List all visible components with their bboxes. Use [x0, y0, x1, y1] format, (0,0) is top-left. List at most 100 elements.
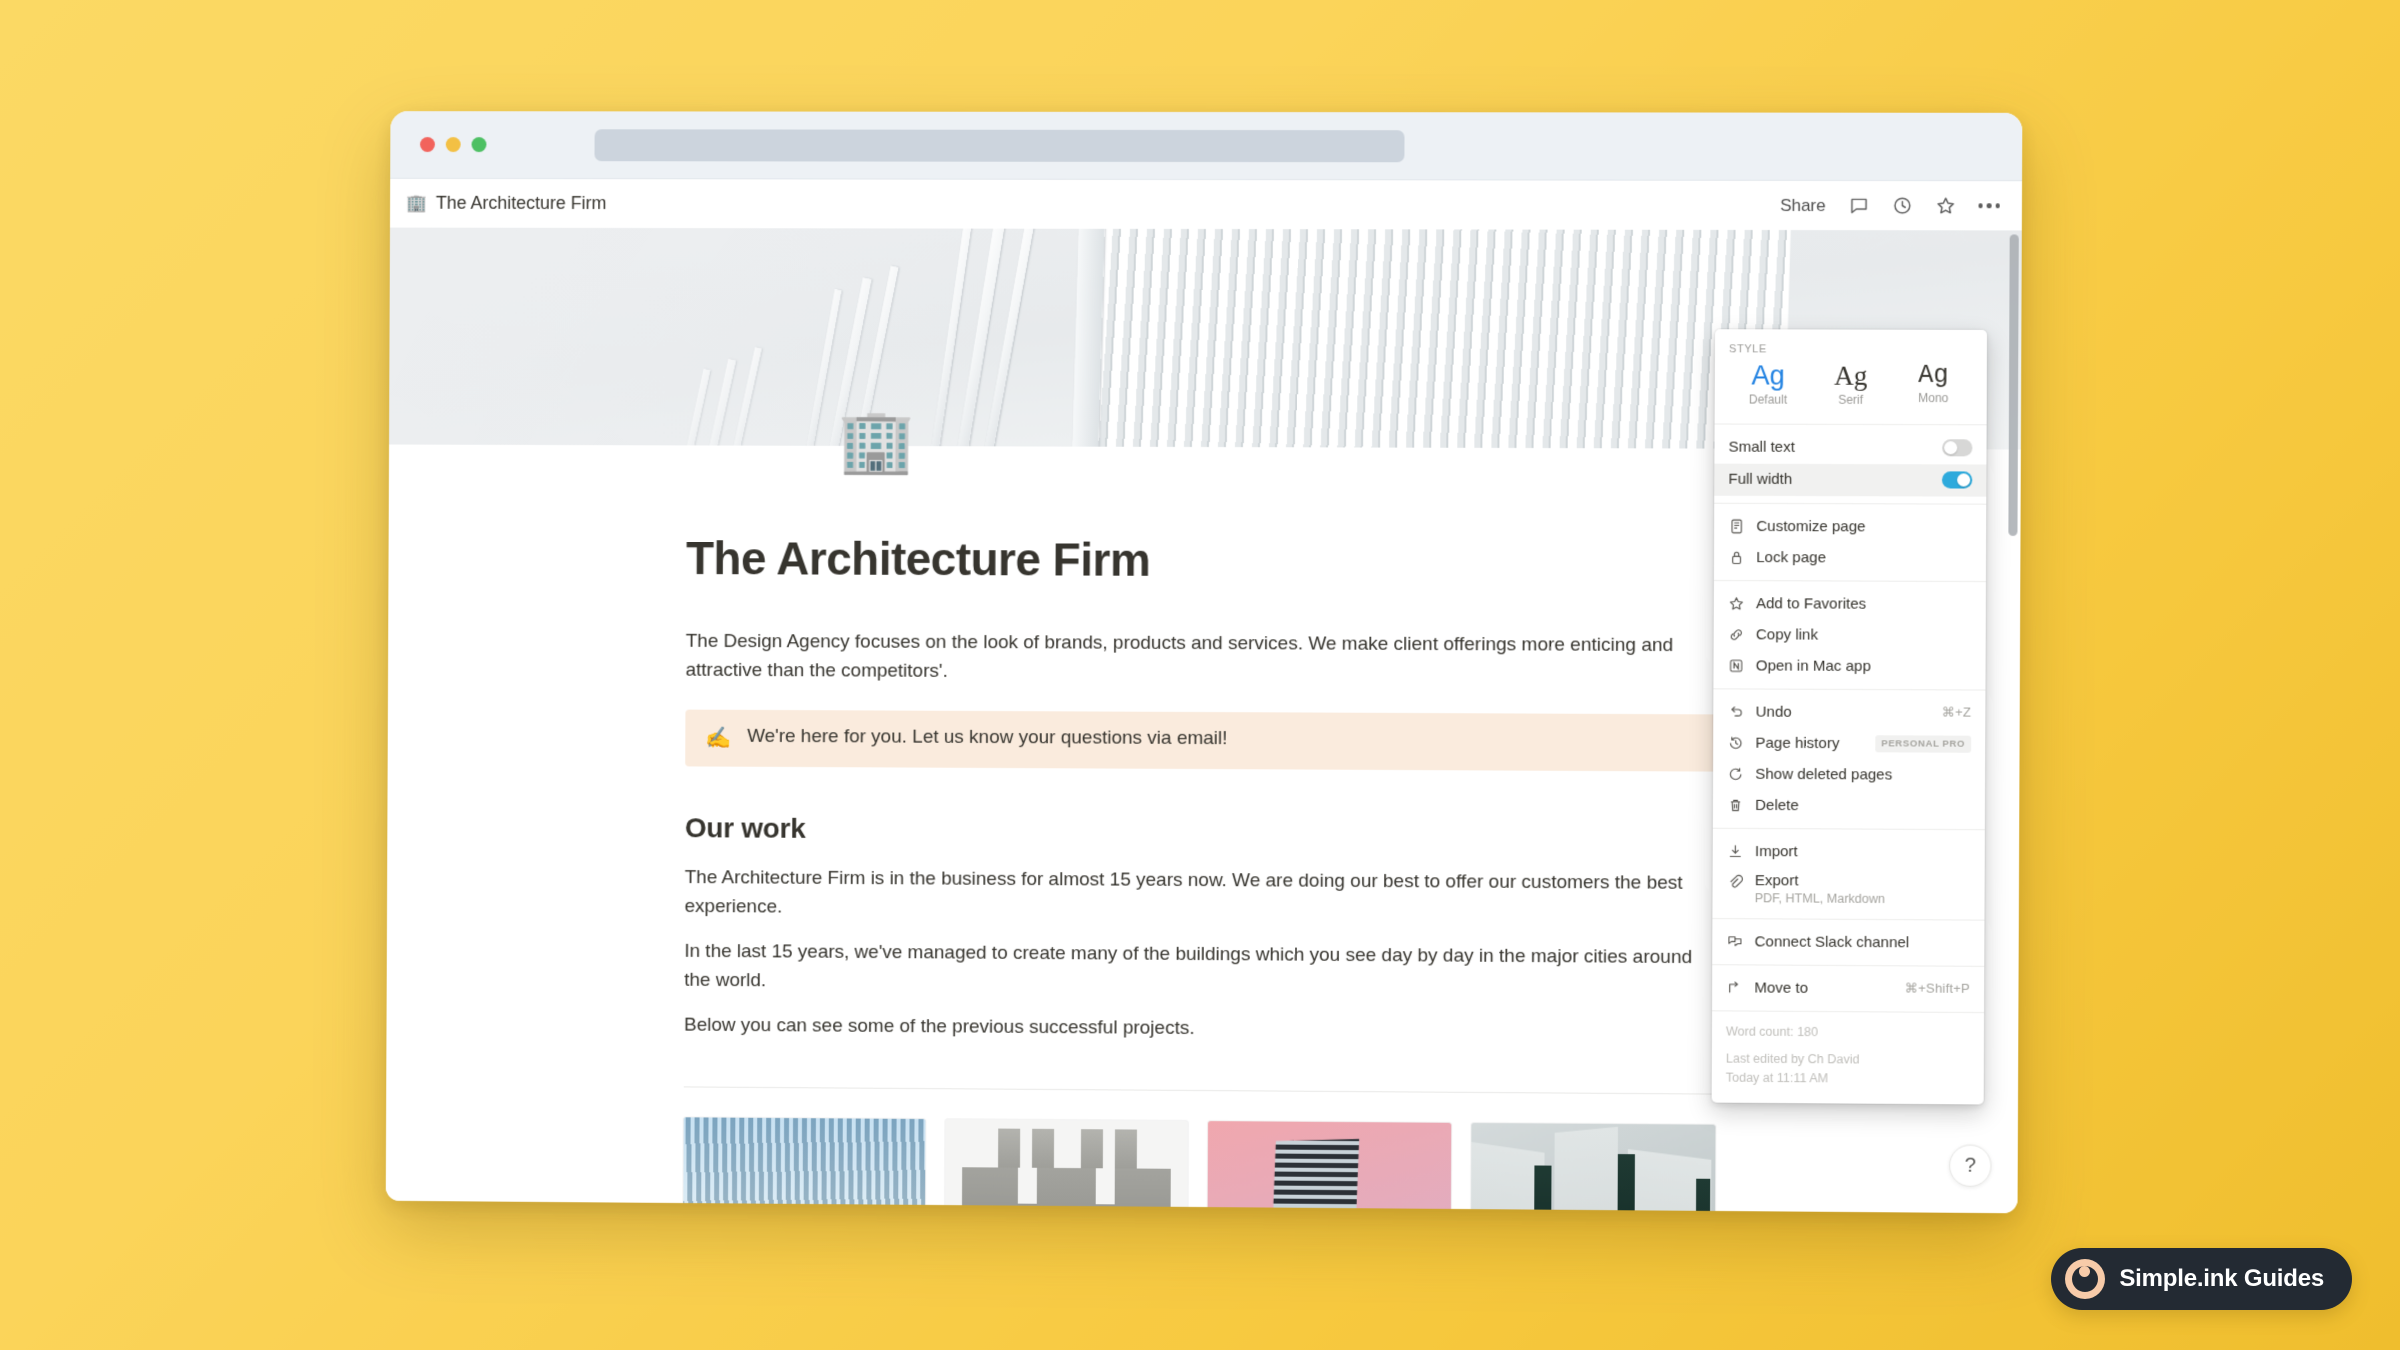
page-title: The Architecture Firm — [685, 532, 1151, 586]
scrollbar-thumb[interactable] — [2008, 234, 2019, 536]
menu-item-label: Move to — [1754, 979, 1809, 997]
menu-item-label: Open in Mac app — [1755, 657, 1871, 675]
share-button[interactable]: Share — [1780, 195, 1826, 215]
menu-item-label: Page history — [1755, 734, 1840, 752]
menu-item-add-to-favorites[interactable]: Add to Favorites — [1714, 588, 1986, 620]
zoom-window-button[interactable] — [471, 137, 487, 153]
style-sample: Ag — [1751, 360, 1785, 391]
last-edited-time: Today at 11:11 AM — [1725, 1071, 1829, 1086]
undo-icon — [1727, 703, 1744, 720]
full-width-switch[interactable] — [1941, 471, 1973, 489]
menu-item-page-history[interactable]: Page history PERSONAL PRO — [1713, 727, 1985, 759]
menu-item-export[interactable]: Export PDF, HTML, Markdown — [1712, 867, 1984, 913]
menu-item-lock-page[interactable]: Lock page — [1714, 542, 1986, 574]
gallery-item[interactable] — [682, 1116, 926, 1214]
menu-item-undo[interactable]: Undo ⌘+Z — [1713, 696, 1985, 728]
toggle-label: Small text — [1728, 438, 1795, 457]
menu-item-label: Delete — [1755, 796, 1799, 814]
toggle-label: Full width — [1728, 470, 1793, 489]
page-icon[interactable]: 🏢 — [838, 407, 915, 476]
style-name: Mono — [1918, 390, 1949, 405]
small-text-switch[interactable] — [1942, 439, 1973, 457]
menu-item-show-deleted-pages[interactable]: Show deleted pages — [1713, 758, 1985, 790]
menu-footer: Word count: 180 Last edited by Ch David … — [1712, 1011, 1984, 1104]
menu-section-actions: Add to Favorites Copy link Open in Mac a… — [1713, 580, 1986, 691]
topbar-actions: Share — [1780, 195, 2000, 216]
menu-item-label: Export — [1754, 871, 1799, 890]
menu-section-move: Move to ⌘+Shift+P — [1711, 964, 1985, 1013]
menu-section-io: Import Export PDF, HTML, Markdown — [1712, 828, 1985, 921]
trash-icon — [1727, 796, 1744, 813]
simple-ink-guides-label: Simple.ink Guides — [2119, 1265, 2324, 1292]
link-icon — [1728, 626, 1745, 643]
menu-item-open-in-mac-app[interactable]: Open in Mac app — [1713, 650, 1985, 682]
style-option-default[interactable]: Ag Default — [1727, 360, 1810, 406]
gallery-item[interactable] — [1470, 1122, 1716, 1214]
pale-concrete-facade-image — [1470, 1122, 1716, 1214]
menu-item-customize-page[interactable]: Customize page — [1714, 510, 1986, 542]
section-heading-our-work: Our work — [684, 812, 806, 844]
office-building-icon: 🏢 — [405, 193, 427, 213]
curved-glass-canopy-image — [682, 1116, 926, 1214]
clock-icon[interactable] — [1891, 195, 1912, 216]
page-options-menu: STYLE Ag Default Ag Serif Ag Mono Small … — [1711, 329, 1988, 1105]
export-icon — [1727, 873, 1744, 890]
menu-item-label: Customize page — [1756, 517, 1866, 536]
menu-item-move-to[interactable]: Move to ⌘+Shift+P — [1712, 972, 1984, 1005]
menu-section-style: STYLE Ag Default Ag Serif Ag Mono — [1714, 329, 1988, 425]
breadcrumb[interactable]: 🏢 The Architecture Firm — [406, 193, 607, 214]
style-option-mono[interactable]: Ag Mono — [1892, 361, 1975, 407]
star-icon[interactable] — [1935, 195, 1956, 216]
history-icon — [1727, 734, 1744, 751]
dot — [1995, 203, 2000, 209]
style-name: Serif — [1838, 392, 1864, 407]
toggle-full-width[interactable]: Full width — [1714, 463, 1987, 497]
menu-item-shortcut: ⌘+Z — [1941, 704, 1972, 720]
style-option-serif[interactable]: Ag Serif — [1809, 360, 1892, 407]
body-line: In the last 15 years, we've managed to c… — [684, 940, 1693, 991]
style-sample: Ag — [1834, 360, 1868, 391]
simple-ink-logo-icon — [2065, 1259, 2106, 1299]
lock-icon — [1728, 549, 1745, 566]
gallery-item[interactable] — [944, 1118, 1188, 1214]
menu-item-connect-slack-channel[interactable]: Connect Slack channel — [1712, 926, 1984, 959]
slack-icon — [1726, 933, 1743, 950]
minimize-window-button[interactable] — [445, 137, 461, 153]
address-bar[interactable] — [594, 129, 1405, 163]
menu-item-label: Undo — [1755, 703, 1792, 721]
move-to-icon — [1726, 979, 1743, 996]
gallery-item[interactable] — [1206, 1120, 1452, 1214]
dot — [1986, 203, 1992, 209]
writing-hand-icon: ✍️ — [705, 726, 732, 750]
export-formats: PDF, HTML, Markdown — [1754, 890, 1885, 906]
menu-item-delete[interactable]: Delete — [1713, 789, 1985, 822]
help-button[interactable]: ? — [1948, 1144, 1992, 1187]
style-label: STYLE — [1728, 343, 1767, 356]
close-window-button[interactable] — [420, 137, 435, 152]
comment-icon[interactable] — [1848, 195, 1869, 216]
menu-item-shortcut: ⌘+Shift+P — [1904, 980, 1971, 997]
restore-icon — [1727, 765, 1744, 782]
menu-section-toggles: Small text Full width — [1714, 424, 1987, 505]
menu-item-import[interactable]: Import — [1713, 835, 1985, 868]
notion-app-icon — [1728, 657, 1745, 674]
glass-tower-pink-sky-image — [1206, 1120, 1452, 1214]
browser-titlebar — [390, 111, 2023, 182]
style-options: Ag Default Ag Serif Ag Mono — [1715, 359, 1987, 417]
customize-page-icon — [1728, 518, 1745, 535]
import-icon — [1727, 843, 1744, 860]
menu-item-label: Show deleted pages — [1755, 765, 1893, 784]
callout-text: We're here for you. Let us know your que… — [747, 725, 1228, 750]
notion-topbar: 🏢 The Architecture Firm Share — [389, 178, 2023, 231]
project-gallery — [682, 1116, 1716, 1214]
menu-item-label: Copy link — [1755, 625, 1819, 644]
menu-item-copy-link[interactable]: Copy link — [1714, 619, 1986, 651]
more-options-icon[interactable] — [1978, 203, 2000, 209]
last-edited-by: Last edited by Ch David — [1725, 1051, 1860, 1067]
intro-paragraph: The Design Agency focuses on the look of… — [685, 630, 1674, 683]
simple-ink-guides-chip[interactable]: Simple.ink Guides — [2051, 1248, 2352, 1310]
body-line: Below you can see some of the previous s… — [684, 1014, 1195, 1040]
menu-item-label: Add to Favorites — [1756, 594, 1867, 613]
menu-section-page: Customize page Lock page — [1713, 503, 1987, 582]
toggle-small-text[interactable]: Small text — [1714, 431, 1986, 464]
